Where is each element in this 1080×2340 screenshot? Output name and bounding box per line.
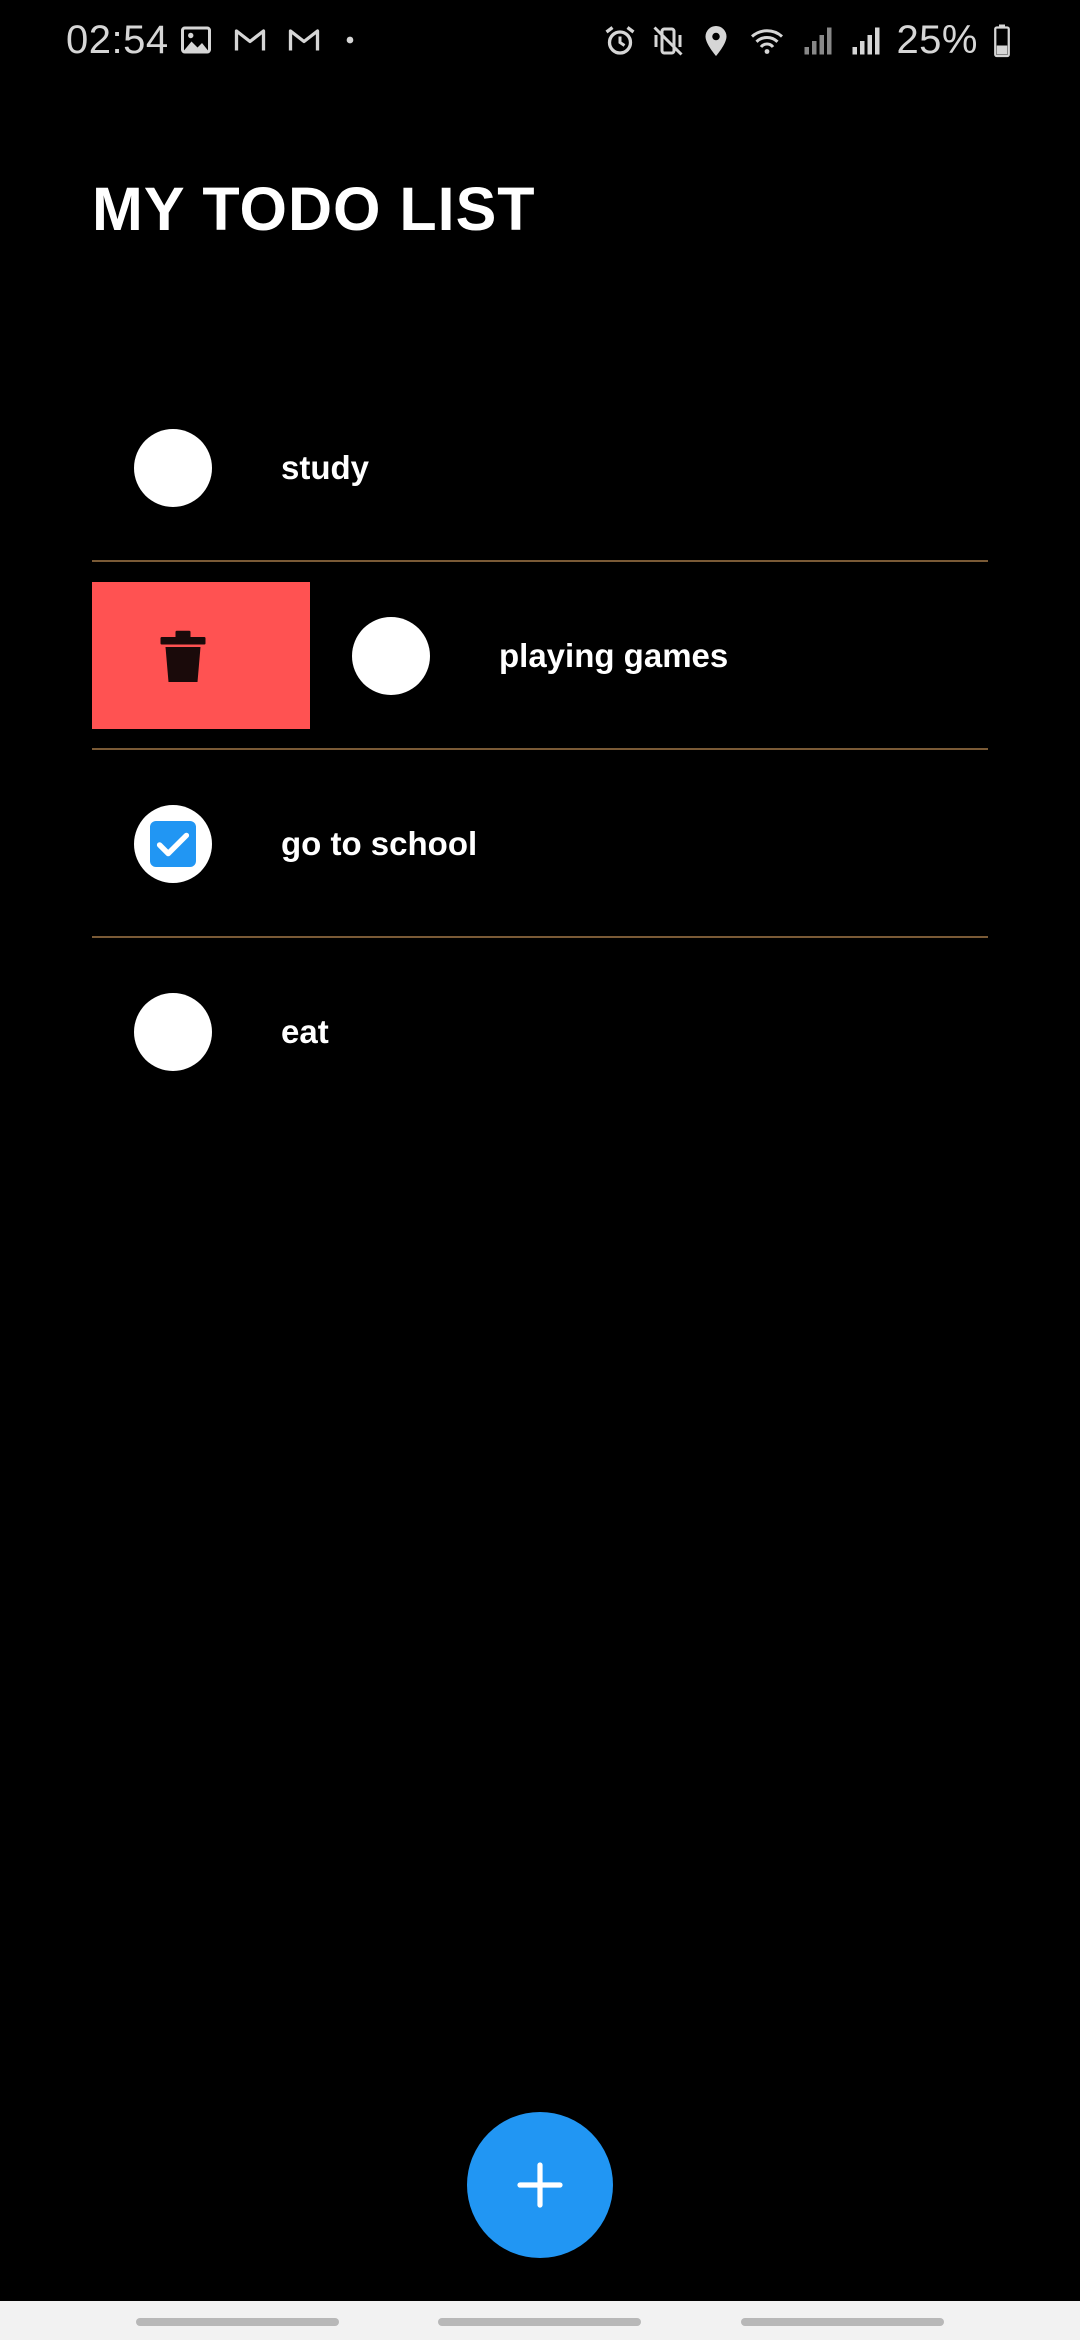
signal-icon [848, 23, 884, 59]
notification-icons [178, 22, 360, 58]
gmail-icon [286, 22, 322, 58]
status-bar: 02:54 25% [0, 0, 1080, 84]
wifi-icon [746, 23, 788, 59]
dot-icon [340, 22, 360, 58]
gmail-icon [232, 22, 268, 58]
todo-content[interactable]: playing games [310, 562, 1080, 750]
todo-content[interactable]: study [92, 374, 988, 562]
todo-label: playing games [499, 637, 729, 674]
delete-button[interactable] [92, 582, 310, 729]
nav-home-handle[interactable] [438, 2318, 641, 2326]
todo-item[interactable]: go to school [92, 750, 988, 938]
page-title: MY TODO LIST [92, 175, 536, 243]
nav-back-handle[interactable] [741, 2318, 944, 2326]
todo-checkbox-checked[interactable] [134, 805, 212, 883]
todo-item[interactable]: eat [92, 938, 988, 1126]
todo-content[interactable]: eat [92, 938, 988, 1126]
todo-label: eat [281, 1013, 329, 1050]
check-icon [150, 821, 196, 867]
todo-label: go to school [281, 825, 478, 862]
battery-icon [990, 23, 1014, 59]
add-todo-button[interactable] [467, 2112, 613, 2258]
vibrate-icon [650, 23, 686, 59]
todo-item[interactable]: study [92, 374, 988, 562]
todo-item[interactable]: playing games [92, 562, 988, 750]
navigation-bar [0, 2301, 1080, 2340]
todo-list: study playing games go to school eat [92, 374, 988, 1126]
todo-checkbox[interactable] [134, 429, 212, 507]
gallery-icon [178, 22, 214, 58]
plus-icon [516, 2161, 564, 2209]
todo-label: study [281, 449, 370, 486]
battery-percent: 25% [896, 18, 978, 62]
nav-recents-handle[interactable] [136, 2318, 339, 2326]
todo-checkbox[interactable] [352, 617, 430, 695]
alarm-icon [602, 23, 638, 59]
system-icons: 25% [602, 18, 1014, 63]
signal-icon [800, 23, 836, 59]
todo-content[interactable]: go to school [92, 750, 988, 938]
todo-checkbox[interactable] [134, 993, 212, 1071]
location-icon [698, 23, 734, 59]
status-time: 02:54 [66, 18, 169, 62]
trash-icon [158, 629, 208, 685]
